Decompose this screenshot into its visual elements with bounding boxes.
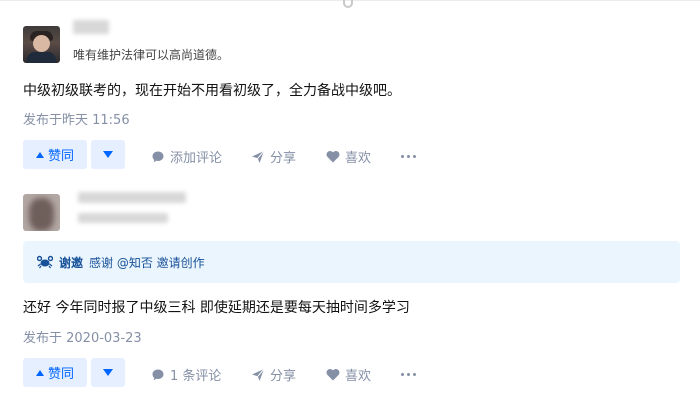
avatar[interactable] xyxy=(23,26,60,63)
answer-content: 中级初级联考的，现在开始不用看初级了，全力备战中级吧。 xyxy=(23,83,401,99)
share-button[interactable]: 分享 xyxy=(251,147,296,166)
more-icon[interactable] xyxy=(401,155,416,158)
invite-thanks-strong: 谢邀 xyxy=(59,255,84,270)
answer-content: 还好 今年同时报了中级三科 即使延期还是要每天抽时间多学习 xyxy=(23,300,410,316)
share-label: 分享 xyxy=(270,369,297,384)
like-label: 喜欢 xyxy=(345,369,372,384)
publish-time[interactable]: 发布于 2020-03-23 xyxy=(23,327,142,346)
author-name-redacted xyxy=(78,192,186,203)
collapse-handle-icon[interactable] xyxy=(343,0,353,8)
comment-label: 添加评论 xyxy=(170,151,223,166)
invite-thanks-text[interactable]: 感谢 @知否 邀请创作 xyxy=(89,254,205,271)
upvote-icon xyxy=(35,369,44,376)
like-label: 喜欢 xyxy=(345,151,372,166)
comment-button[interactable]: 添加评论 xyxy=(151,147,222,166)
comment-icon xyxy=(152,151,164,162)
more-icon[interactable] xyxy=(401,373,416,376)
author-name-redacted xyxy=(73,20,109,34)
downvote-button[interactable] xyxy=(91,358,125,387)
upvote-button[interactable]: 赞同 xyxy=(23,358,87,387)
upvote-label: 赞同 xyxy=(47,149,74,164)
heart-icon xyxy=(326,368,340,381)
share-label: 分享 xyxy=(270,151,297,166)
author-headline: 唯有维护法律可以高尚道德。 xyxy=(73,48,230,62)
publish-time[interactable]: 发布于昨天 11:56 xyxy=(23,109,130,128)
share-button[interactable]: 分享 xyxy=(251,365,296,384)
downvote-button[interactable] xyxy=(91,140,125,169)
upvote-button[interactable]: 赞同 xyxy=(23,140,87,169)
share-icon xyxy=(252,368,265,381)
share-icon xyxy=(252,150,265,163)
like-button[interactable]: 喜欢 xyxy=(326,365,371,384)
crab-icon xyxy=(37,255,53,269)
upvote-icon xyxy=(35,151,44,158)
invite-thanks-banner: 谢邀 感谢 @知否 邀请创作 xyxy=(23,241,680,283)
comment-icon xyxy=(152,369,164,380)
upvote-label: 赞同 xyxy=(47,367,74,382)
avatar[interactable] xyxy=(23,194,60,231)
comment-button[interactable]: 1 条评论 xyxy=(151,365,221,384)
author-headline-redacted xyxy=(78,213,168,223)
heart-icon xyxy=(326,150,340,163)
downvote-icon xyxy=(103,369,113,376)
like-button[interactable]: 喜欢 xyxy=(326,147,371,166)
comment-label: 1 条评论 xyxy=(170,369,222,384)
downvote-icon xyxy=(103,151,113,158)
